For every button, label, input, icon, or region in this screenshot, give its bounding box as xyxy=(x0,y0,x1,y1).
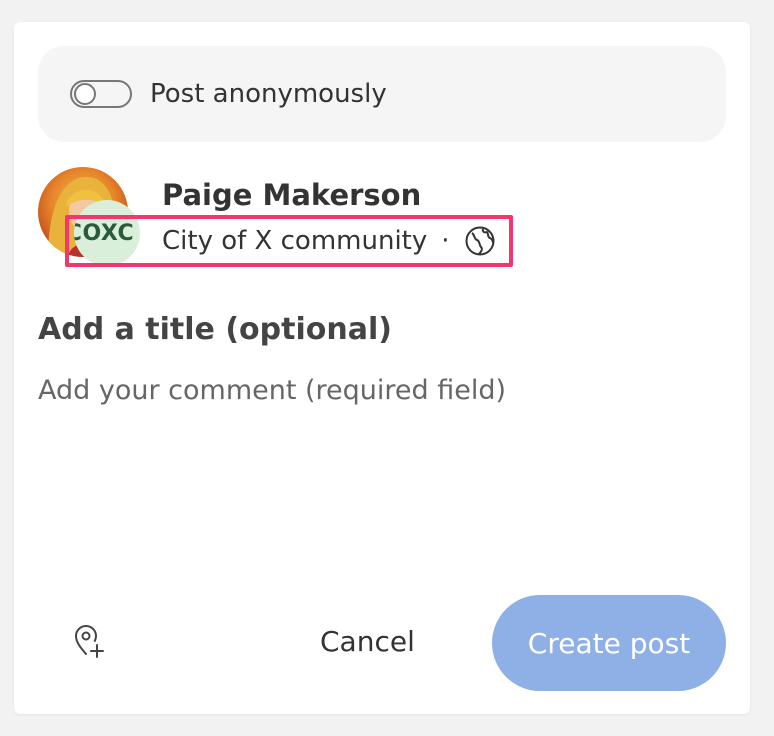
globe-icon[interactable] xyxy=(464,225,496,257)
anonymous-toggle[interactable] xyxy=(70,80,132,108)
add-location-button[interactable] xyxy=(70,622,110,662)
author-name: Paige Makerson xyxy=(162,178,422,212)
comment-input[interactable]: Add your comment (required field) xyxy=(38,372,506,410)
create-post-button[interactable]: Create post xyxy=(492,595,726,691)
community-name[interactable]: City of X community xyxy=(162,226,427,256)
anonymous-label: Post anonymously xyxy=(150,79,387,109)
community-avatar: COXC xyxy=(74,200,140,266)
toggle-knob xyxy=(74,83,96,105)
title-input[interactable]: Add a title (optional) xyxy=(38,310,392,350)
create-post-dialog: Post anonymously COXC Paige Makerson Cit… xyxy=(14,22,750,714)
add-location-icon xyxy=(75,625,104,658)
author-meta: City of X community · xyxy=(162,222,496,260)
meta-separator: · xyxy=(441,226,450,256)
anonymous-row: Post anonymously xyxy=(38,46,726,142)
community-badge-text: COXC xyxy=(74,220,135,246)
cancel-button[interactable]: Cancel xyxy=(320,620,415,664)
